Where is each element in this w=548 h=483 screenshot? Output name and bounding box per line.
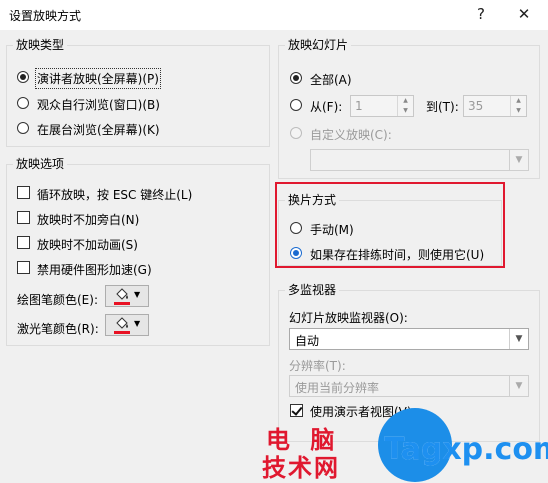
monitor-value: 自动 bbox=[295, 334, 320, 348]
resolution-select[interactable]: 使用当前分辨率 ▼ bbox=[289, 375, 529, 397]
highlight-box bbox=[275, 182, 505, 268]
disable-hw-accel-checkbox[interactable] bbox=[17, 261, 30, 274]
to-spinner[interactable]: 35 ▲ ▼ bbox=[463, 95, 527, 117]
custom-show-combo[interactable]: ▼ bbox=[310, 149, 529, 171]
monitor-label: 幻灯片放映监视器(O): bbox=[289, 311, 408, 325]
custom-show-label: 自定义放映(C): bbox=[310, 128, 392, 142]
laser-color-label: 激光笔颜色(R): bbox=[17, 322, 99, 336]
no-animation-label[interactable]: 放映时不加动画(S) bbox=[37, 236, 138, 253]
to-label: 到(T): bbox=[426, 100, 459, 114]
watermark: 电 脑 技术网 Tagxp.com bbox=[258, 408, 548, 482]
kiosk-label[interactable]: 在展台浏览(全屏幕)(K) bbox=[37, 121, 160, 138]
slides-title: 放映幻灯片 bbox=[285, 38, 352, 52]
pen-color-swatch bbox=[114, 302, 130, 305]
show-options-title: 放映选项 bbox=[13, 157, 68, 171]
from-radio[interactable] bbox=[290, 99, 302, 111]
help-button[interactable]: ? bbox=[466, 3, 496, 25]
presenter-view-checkbox[interactable] bbox=[290, 404, 303, 417]
no-narration-checkbox[interactable] bbox=[17, 211, 30, 224]
spin-up-icon[interactable]: ▲ bbox=[398, 96, 413, 106]
loop-checkbox[interactable] bbox=[17, 186, 30, 199]
show-type-title: 放映类型 bbox=[13, 38, 68, 52]
spin-up-icon[interactable]: ▲ bbox=[511, 96, 526, 106]
loop-label[interactable]: 循环放映，按 ESC 键终止(L) bbox=[37, 186, 192, 203]
spin-down-icon[interactable]: ▼ bbox=[511, 106, 526, 116]
monitors-title: 多监视器 bbox=[285, 283, 340, 297]
watermark-site: Tagxp.com bbox=[384, 432, 548, 467]
chevron-down-icon: ▼ bbox=[134, 319, 141, 328]
kiosk-radio[interactable] bbox=[17, 122, 29, 134]
custom-show-radio[interactable] bbox=[290, 127, 302, 139]
laser-color-swatch bbox=[114, 331, 130, 334]
disable-hw-accel-label[interactable]: 禁用硬件图形加速(G) bbox=[37, 261, 152, 278]
resolution-label: 分辨率(T): bbox=[289, 359, 346, 373]
from-value: 1 bbox=[355, 99, 363, 113]
chevron-down-icon: ▼ bbox=[509, 329, 528, 349]
presenter-radio[interactable] bbox=[17, 71, 29, 83]
from-spinner[interactable]: 1 ▲ ▼ bbox=[350, 95, 414, 117]
browsed-window-label[interactable]: 观众自行浏览(窗口)(B) bbox=[37, 96, 160, 113]
no-narration-label[interactable]: 放映时不加旁白(N) bbox=[37, 211, 139, 228]
resolution-value: 使用当前分辨率 bbox=[295, 381, 380, 395]
chevron-down-icon: ▼ bbox=[134, 290, 141, 299]
chevron-down-icon: ▼ bbox=[509, 150, 528, 170]
title-bar: 设置放映方式 ? ✕ bbox=[0, 0, 548, 30]
browsed-window-radio[interactable] bbox=[17, 97, 29, 109]
laser-color-button[interactable]: ▼ bbox=[105, 314, 149, 336]
pen-color-button[interactable]: ▼ bbox=[105, 285, 149, 307]
pen-color-label: 绘图笔颜色(E): bbox=[17, 293, 98, 307]
dialog-title: 设置放映方式 bbox=[9, 9, 82, 23]
close-button[interactable]: ✕ bbox=[509, 3, 539, 25]
no-animation-checkbox[interactable] bbox=[17, 236, 30, 249]
to-value: 35 bbox=[468, 99, 484, 113]
all-slides-label[interactable]: 全部(A) bbox=[310, 71, 352, 88]
all-slides-radio[interactable] bbox=[290, 72, 302, 84]
spin-down-icon[interactable]: ▼ bbox=[398, 106, 413, 116]
chevron-down-icon: ▼ bbox=[509, 376, 528, 396]
from-label[interactable]: 从(F): bbox=[310, 98, 342, 115]
monitor-select[interactable]: 自动 ▼ bbox=[289, 328, 529, 350]
presenter-label[interactable]: 演讲者放映(全屏幕)(P) bbox=[35, 68, 161, 89]
